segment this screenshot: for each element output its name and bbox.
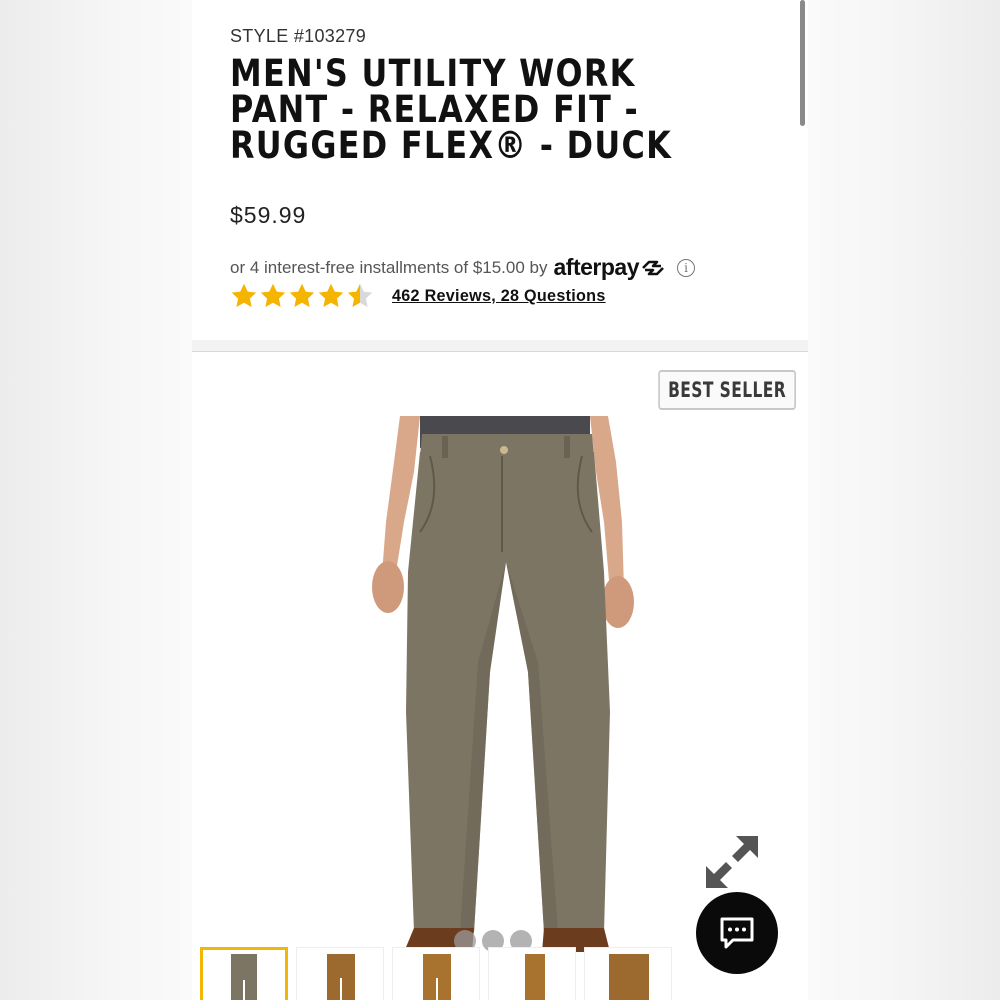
product-title-line: MEN'S UTILITY WORK xyxy=(230,52,636,95)
installments-text: or 4 interest-free installments of $15.0… xyxy=(230,257,548,277)
product-title-line: PANT - RELAXED FIT - xyxy=(230,88,639,131)
rating-row: 462 Reviews, 28 Questions xyxy=(230,282,617,310)
product-page: STYLE #103279 MEN'S UTILITY WORK PANT - … xyxy=(192,0,808,1000)
thumbnail-image xyxy=(327,954,355,1000)
background-right xyxy=(808,0,1000,1000)
product-price: $59.99 xyxy=(230,202,307,228)
style-number: STYLE #103279 xyxy=(230,26,366,46)
thumbnail[interactable] xyxy=(200,947,288,1000)
product-title-line: RUGGED FLEX® - DUCK xyxy=(230,124,673,167)
afterpay-arrows-icon xyxy=(642,260,664,275)
star-rating xyxy=(230,282,374,310)
scrollbar[interactable] xyxy=(800,0,805,126)
product-image[interactable] xyxy=(342,412,662,952)
chat-icon xyxy=(720,917,754,949)
thumbnail[interactable] xyxy=(488,947,576,1000)
star-icon xyxy=(289,283,315,307)
chat-button[interactable] xyxy=(696,892,778,974)
star-half-icon xyxy=(347,283,373,307)
thumbnail-image xyxy=(609,954,649,1000)
thumbnail[interactable] xyxy=(392,947,480,1000)
thumbnail-image xyxy=(525,954,545,1000)
info-icon[interactable]: i xyxy=(676,258,695,277)
product-header: STYLE #103279 MEN'S UTILITY WORK PANT - … xyxy=(192,0,808,340)
thumbnail-strip xyxy=(200,947,672,1000)
reviews-link[interactable]: 462 Reviews, 28 Questions xyxy=(392,286,606,306)
product-gallery: BEST SELLER xyxy=(192,351,808,1000)
afterpay-brand: afterpay xyxy=(553,254,640,280)
thumbnail-image xyxy=(231,954,257,1000)
star-icon xyxy=(318,283,344,307)
expand-icon[interactable] xyxy=(702,832,762,892)
best-seller-badge: BEST SELLER xyxy=(658,370,796,410)
thumbnail[interactable] xyxy=(584,947,672,1000)
thumbnail[interactable] xyxy=(296,947,384,1000)
afterpay-logo[interactable]: afterpay xyxy=(554,254,667,281)
thumbnail-image xyxy=(423,954,451,1000)
afterpay-installments: or 4 interest-free installments of $15.0… xyxy=(230,254,695,281)
star-icon xyxy=(260,283,286,307)
star-icon xyxy=(231,283,257,307)
product-title: MEN'S UTILITY WORK PANT - RELAXED FIT - … xyxy=(230,52,746,167)
background-left xyxy=(0,0,192,1000)
